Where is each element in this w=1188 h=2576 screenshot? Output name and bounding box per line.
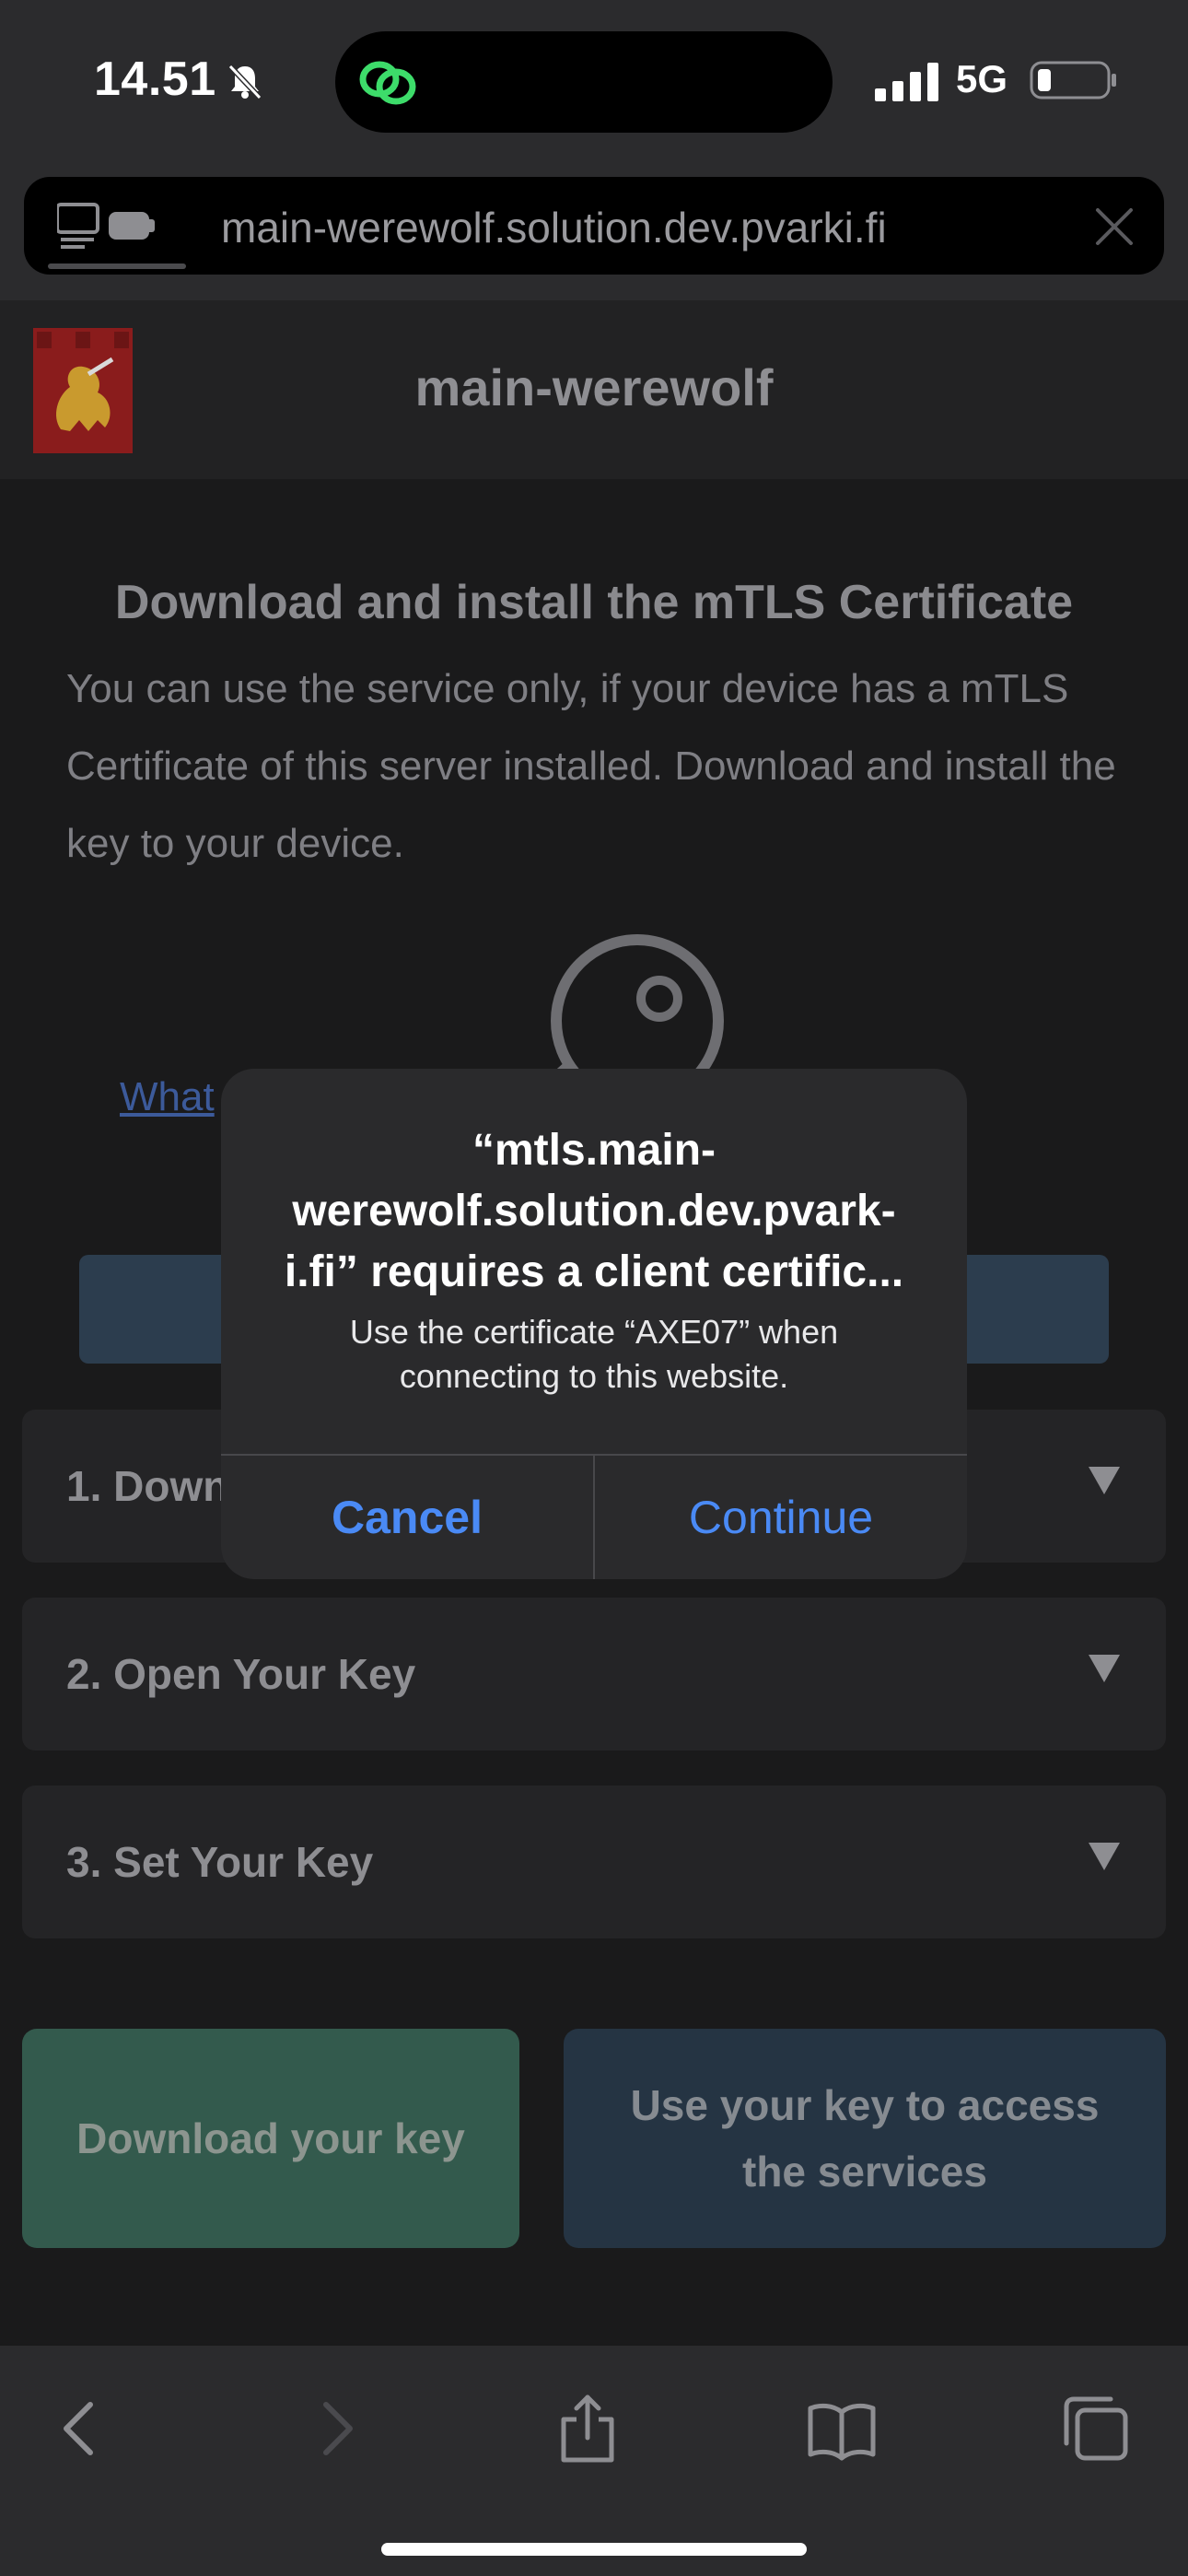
dialog-title-line: werewolf.solution.dev.pvark- xyxy=(292,1187,896,1235)
accordion-item-open-key[interactable]: 2. Open Your Key xyxy=(22,1598,1166,1751)
continue-button[interactable]: Continue xyxy=(595,1456,967,1579)
tab-indicator xyxy=(48,263,186,269)
back-icon[interactable] xyxy=(42,2392,116,2465)
tabs-icon[interactable] xyxy=(1059,2392,1133,2465)
status-time: 14.51 xyxy=(94,53,216,106)
browser-toolbar xyxy=(0,2346,1188,2576)
forward-icon[interactable] xyxy=(300,2392,374,2465)
bookmarks-icon[interactable] xyxy=(805,2392,879,2465)
close-icon[interactable] xyxy=(1092,205,1136,249)
accordion-item-set-key[interactable]: 3. Set Your Key xyxy=(22,1786,1166,1938)
intro-text: You can use the service only, if your de… xyxy=(66,666,1116,866)
use-key-button[interactable]: Use your key to access the services xyxy=(564,2029,1166,2248)
site-title: main-werewolf xyxy=(414,358,774,416)
status-bar: 14.51 5G xyxy=(0,0,1188,162)
what-link[interactable]: What xyxy=(120,1074,215,1120)
dialog-message: Use the certificate “AXE07” when connect… xyxy=(349,1313,839,1395)
bell-slash-icon xyxy=(227,64,262,100)
address-bar[interactable]: main-werewolf.solution.dev.pvarki.fi xyxy=(24,177,1164,275)
share-icon[interactable] xyxy=(551,2392,624,2465)
signal-icon xyxy=(875,63,938,101)
download-key-button[interactable]: Download your key xyxy=(22,2029,519,2248)
site-header: main-werewolf xyxy=(0,300,1188,479)
triangle-down-icon xyxy=(1089,1843,1120,1870)
dialog-title-line: i.fi” requires a client certific... xyxy=(284,1247,904,1296)
battery-icon xyxy=(1030,61,1116,100)
triangle-down-icon xyxy=(1089,1467,1120,1494)
triangle-down-icon xyxy=(1089,1655,1120,1682)
dialog-title: “mtls.main- werewolf.solution.dev.pvark-… xyxy=(221,1120,967,1303)
cancel-button[interactable]: Cancel xyxy=(221,1456,593,1579)
accordion-label: 1. Down xyxy=(66,1462,229,1510)
url-text[interactable]: main-werewolf.solution.dev.pvarki.fi xyxy=(221,203,887,252)
home-indicator[interactable] xyxy=(381,2543,807,2556)
tab-sidebar-icon[interactable] xyxy=(57,203,168,251)
browser-address-area: main-werewolf.solution.dev.pvarki.fi xyxy=(0,162,1188,300)
page-heading: Download and install the mTLS Certificat… xyxy=(114,576,1074,629)
link-icon xyxy=(359,61,416,105)
accordion-label: 3. Set Your Key xyxy=(66,1838,374,1886)
dialog-title-line: “mtls.main- xyxy=(472,1126,716,1175)
accordion-label: 2. Open Your Key xyxy=(66,1650,416,1698)
client-certificate-dialog: “mtls.main- werewolf.solution.dev.pvark-… xyxy=(221,1069,967,1579)
network-type: 5G xyxy=(956,57,1008,100)
